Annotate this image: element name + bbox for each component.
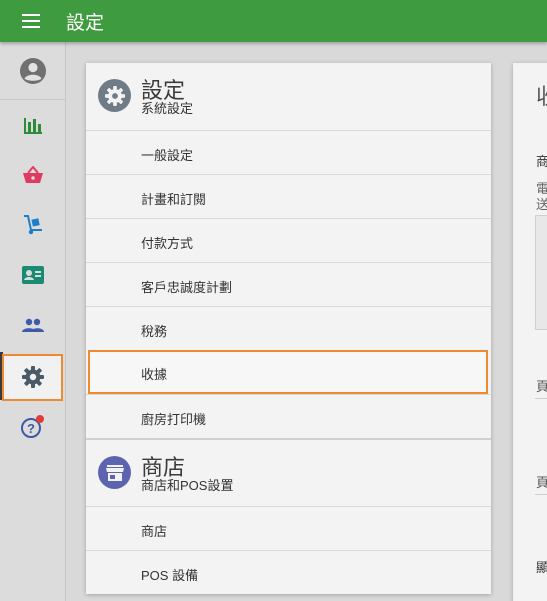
item-label: 稅務	[141, 324, 168, 339]
settings-item-kitchen-printer[interactable]: 廚房打印機	[86, 394, 491, 438]
sidebar-item-sales[interactable]	[0, 152, 66, 198]
field-description: 送	[536, 197, 547, 212]
item-label: 付款方式	[141, 236, 194, 251]
gear-icon	[98, 79, 131, 112]
settings-item-loyalty[interactable]: 客戶忠誠度計劃	[86, 262, 491, 306]
sidebar-item-reports[interactable]	[0, 102, 66, 148]
field-label: 顯	[536, 560, 547, 575]
settings-item-payment[interactable]: 付款方式	[86, 218, 491, 262]
field-underline	[535, 398, 547, 399]
sidebar-item-settings[interactable]	[0, 354, 66, 400]
field-label: 頁	[536, 379, 547, 394]
item-label: 廚房打印機	[141, 412, 207, 427]
sidebar-item-inventory[interactable]	[0, 202, 66, 248]
settings-item-store[interactable]: 商店	[86, 506, 491, 550]
help-icon: ?	[21, 415, 44, 438]
field-underline	[535, 494, 547, 495]
item-label: 收據	[141, 367, 168, 382]
store-icon	[98, 456, 131, 489]
settings-item-pos-device[interactable]: POS 設備	[86, 550, 491, 594]
field-label: 商	[536, 154, 547, 169]
app-header: 設定	[0, 0, 547, 42]
sidebar-divider	[0, 99, 66, 100]
section-subtitle: 商店和POS設置	[141, 478, 234, 493]
svg-text:?: ?	[27, 421, 35, 436]
settings-item-receipt[interactable]: 收據	[86, 350, 491, 394]
sidebar-item-account[interactable]	[0, 48, 66, 94]
bar-chart-icon	[24, 118, 42, 134]
item-label: POS 設備	[141, 568, 199, 583]
item-label: 一般設定	[141, 148, 194, 163]
store-settings-header: 商店 商店和POS設置	[86, 438, 491, 506]
hand-truck-icon	[24, 215, 42, 235]
settings-item-tax[interactable]: 稅務	[86, 306, 491, 350]
settings-panel: 設定 系統設定 一般設定 計畫和訂閱 付款方式 客戶忠誠度計劃 稅務 收據 廚房…	[86, 63, 491, 594]
item-label: 商店	[141, 524, 168, 539]
item-label: 計畫和訂閱	[141, 192, 207, 207]
gear-icon	[22, 366, 44, 388]
contact-card-icon	[22, 266, 44, 284]
sidebar-item-customers[interactable]	[0, 252, 66, 298]
menu-icon[interactable]	[22, 13, 42, 29]
shopping-basket-icon	[23, 166, 43, 183]
sidebar: ?	[0, 42, 66, 601]
field-label: 頁	[536, 475, 547, 490]
logo-upload-area[interactable]	[535, 215, 547, 330]
people-icon	[22, 318, 44, 332]
item-label: 客戶忠誠度計劃	[141, 280, 233, 295]
page-title: 設定	[66, 13, 105, 34]
section-subtitle: 系統設定	[141, 101, 194, 116]
system-settings-header: 設定 系統設定	[86, 63, 491, 131]
panel-heading: 收	[536, 79, 547, 111]
sidebar-item-help[interactable]: ?	[0, 404, 66, 450]
settings-item-general[interactable]: 一般設定	[86, 130, 491, 174]
receipt-settings-panel: 收 商 電 送 頁 頁 顯	[513, 63, 547, 601]
sidebar-item-employees[interactable]	[0, 302, 66, 348]
settings-item-plans[interactable]: 計畫和訂閱	[86, 174, 491, 218]
account-circle-icon	[20, 58, 46, 84]
